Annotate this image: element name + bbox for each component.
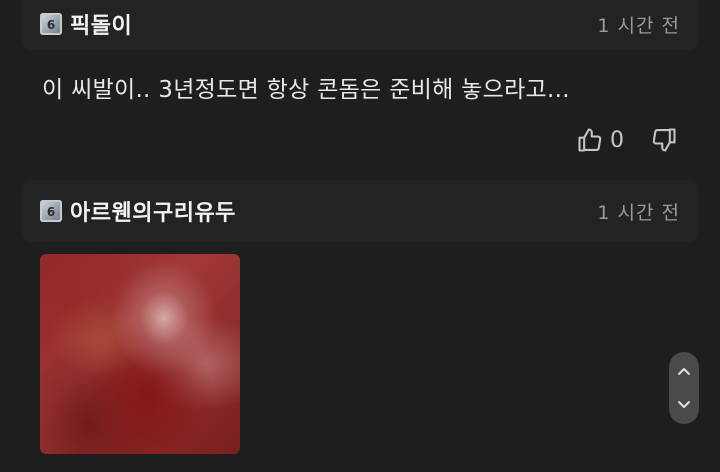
comment-header: 6 아르웬의구리유두 1 시간 전 [22, 180, 698, 242]
scroll-down-button[interactable] [674, 394, 694, 414]
thumbs-down-icon [652, 128, 676, 152]
like-count: 0 [610, 127, 624, 153]
level-number: 6 [46, 18, 56, 32]
scroll-up-button[interactable] [674, 362, 694, 382]
vote-bar: 0 [574, 124, 680, 156]
dislike-button[interactable] [648, 124, 680, 156]
level-badge: 6 [40, 200, 62, 222]
level-number: 6 [46, 205, 56, 219]
comment-image[interactable] [40, 254, 240, 454]
thumbs-up-icon [578, 128, 602, 152]
level-badge: 6 [40, 13, 62, 35]
comment-screen: 6 픽돌이 1 시간 전 이 씨발이.. 3년정도면 항상 콘돔은 준비해 놓으… [0, 0, 720, 472]
scroll-control [669, 352, 699, 424]
author-nickname[interactable]: 픽돌이 [70, 8, 132, 40]
comment-header: 6 픽돌이 1 시간 전 [22, 0, 698, 50]
comment-time: 1 시간 전 [597, 201, 680, 224]
chevron-up-icon [678, 368, 690, 375]
comment-time: 1 시간 전 [597, 14, 680, 37]
comment-text: 이 씨발이.. 3년정도면 항상 콘돔은 준비해 놓으라고... [42, 77, 570, 103]
author-nickname[interactable]: 아르웬의구리유두 [70, 195, 236, 227]
chevron-down-icon [678, 401, 690, 408]
like-button[interactable] [574, 124, 606, 156]
